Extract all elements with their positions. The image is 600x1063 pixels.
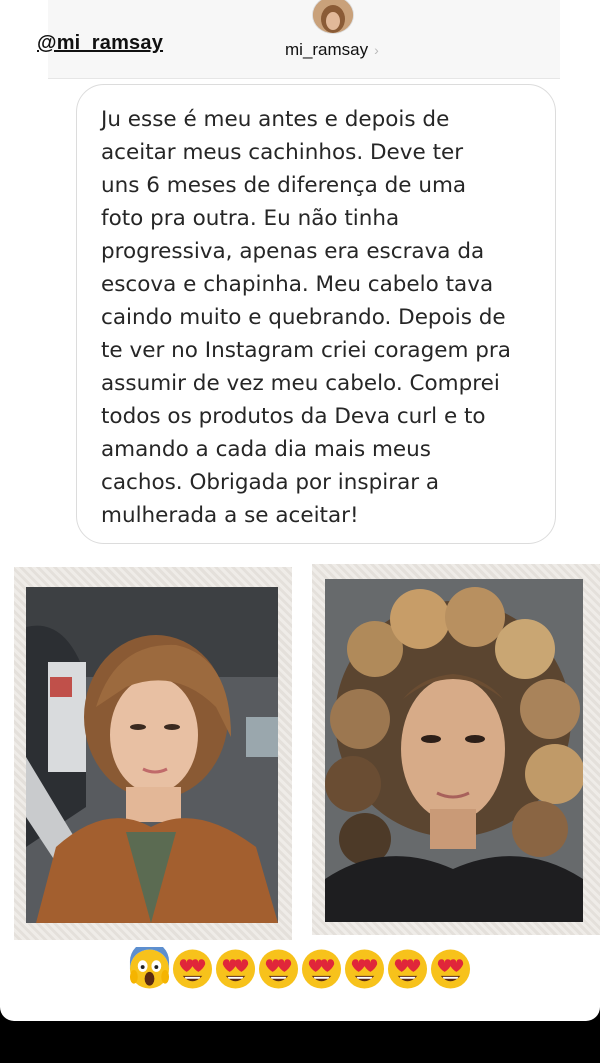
message-line: mulherada a se aceitar! — [101, 503, 359, 528]
username-text: mi_ramsay — [285, 40, 369, 59]
mention-sticker[interactable]: @mi_ramsay — [37, 32, 163, 55]
heart-eyes-emoji — [257, 947, 300, 991]
emoji-row — [128, 941, 472, 991]
message-line: todos os produtos da Deva curl e to — [101, 404, 486, 429]
message-line: foto pra outra. Eu não tinha — [101, 206, 400, 231]
message-line: escova e chapinha. Meu cabelo tava — [101, 272, 494, 297]
heart-eyes-emoji — [429, 947, 472, 991]
header-username[interactable]: mi_ramsay › — [285, 40, 379, 60]
chevron-right-icon: › — [374, 42, 379, 58]
message-line: aceitar meus cachinhos. Deve ter — [101, 140, 464, 165]
after-photo-frame — [312, 564, 600, 935]
heart-eyes-emoji — [300, 947, 343, 991]
story-card: mi_ramsay › @mi_ramsay Ju esse é meu ante… — [0, 0, 600, 1021]
message-bubble: Ju esse é meu antes e depois de aceitar … — [76, 84, 556, 544]
screaming-face-emoji — [128, 941, 171, 991]
message-line: cachos. Obrigada por inspirar a — [101, 470, 440, 495]
heart-eyes-emoji — [343, 947, 386, 991]
message-line: te ver no Instagram criei coragem pra — [101, 338, 511, 363]
heart-eyes-emoji — [214, 947, 257, 991]
avatar[interactable] — [312, 0, 354, 34]
message-line: assumir de vez meu cabelo. Comprei — [101, 371, 500, 396]
heart-eyes-emoji — [386, 947, 429, 991]
before-photo[interactable] — [26, 587, 278, 923]
before-photo-frame — [14, 567, 292, 940]
message-line: progressiva, apenas era escrava da — [101, 239, 485, 264]
message-line: amando a cada dia mais meus — [101, 437, 431, 462]
message-line: uns 6 meses de diferença de uma — [101, 173, 467, 198]
after-photo[interactable] — [325, 579, 583, 922]
message-line: Ju esse é meu antes e depois de — [101, 107, 450, 132]
heart-eyes-emoji — [171, 947, 214, 991]
message-line: caindo muito e quebrando. Depois de — [101, 305, 506, 330]
